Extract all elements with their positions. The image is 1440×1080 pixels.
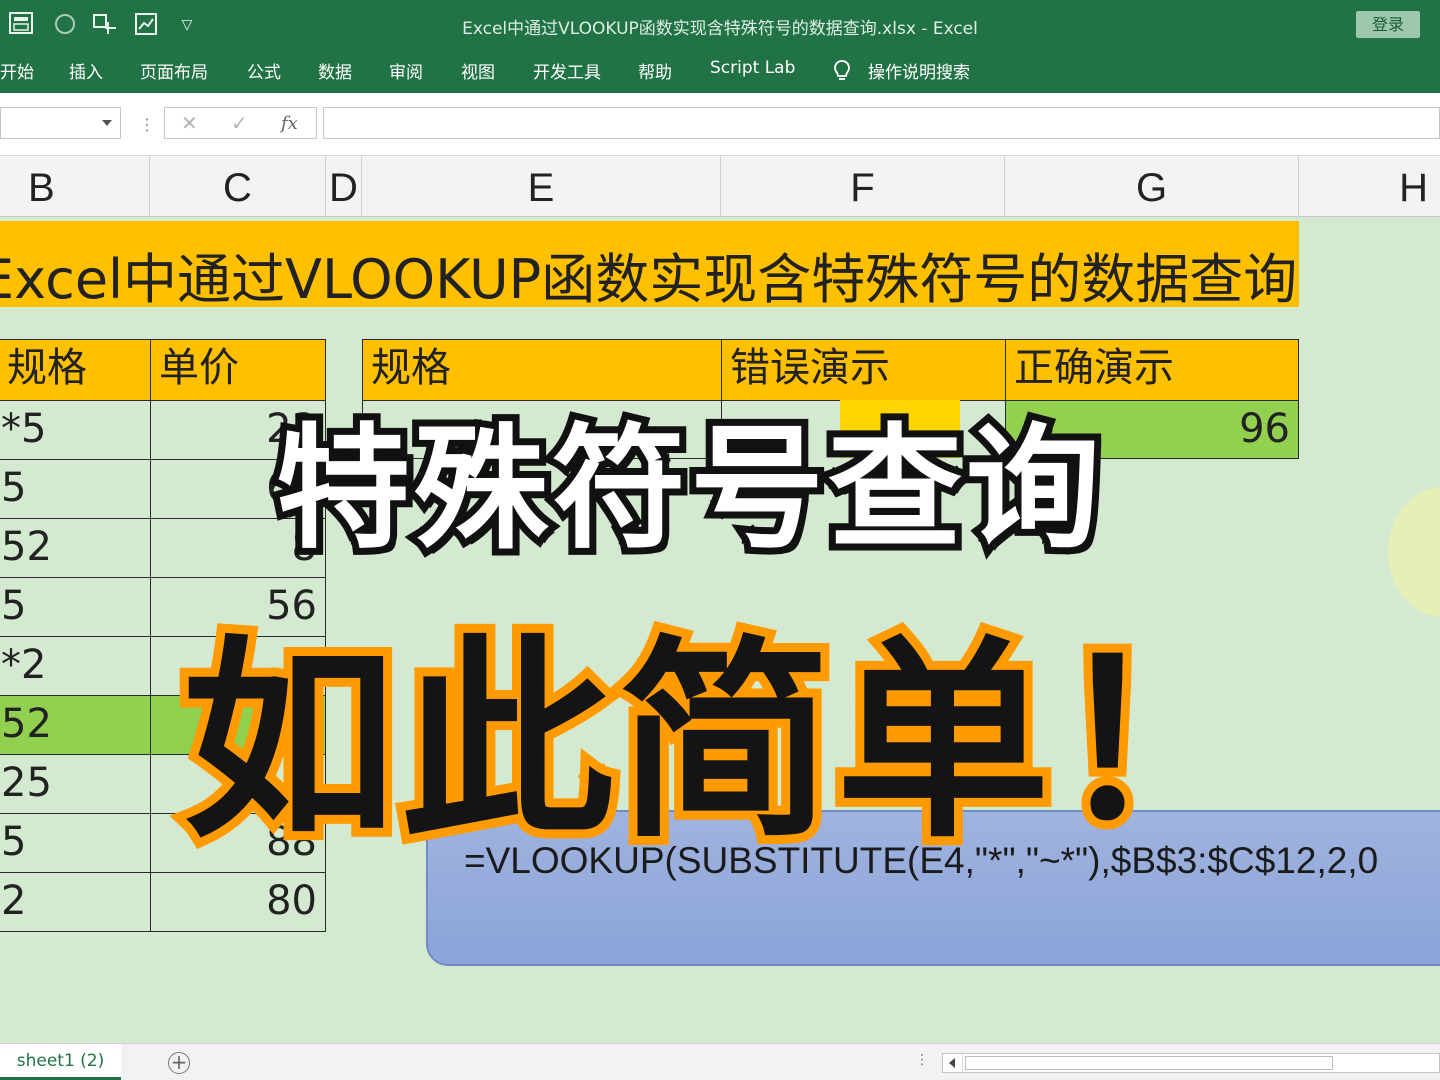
title-bar: ▽ Excel中通过VLOOKUP函数实现含特殊符号的数据查询.xlsx - E… [0, 0, 1440, 48]
ribbon-tabs: 开始 插入 页面布局 公式 数据 审阅 视图 开发工具 帮助 Script La… [0, 48, 1440, 93]
splitter-handle-icon[interactable]: ⋮ [915, 1052, 929, 1068]
tab-script-lab[interactable]: Script Lab [710, 58, 795, 78]
table-row-spec[interactable]: 5 [0, 578, 152, 637]
table-row-spec[interactable]: 2 [0, 873, 152, 932]
banner-title: Excel中通过VLOOKUP函数实现含特殊符号的数据查询 [0, 248, 1298, 307]
table-row-spec[interactable]: *2 [0, 637, 152, 696]
tab-page-layout[interactable]: 页面布局 [140, 58, 208, 83]
tab-developer[interactable]: 开发工具 [533, 58, 601, 83]
add-sheet-icon[interactable]: + [168, 1052, 190, 1074]
scrollbar-thumb[interactable] [965, 1056, 1333, 1070]
chevron-down-icon[interactable] [102, 120, 112, 126]
table-row-spec[interactable]: 25 [0, 755, 152, 814]
lightbulb-icon[interactable] [832, 59, 852, 83]
insert-function-icon[interactable]: fx [281, 113, 298, 134]
sheet-tabs-bar: sheet1 (2) + ⋮ [0, 1043, 1440, 1080]
column-header-f[interactable]: F [721, 156, 1005, 217]
formula-input[interactable] [323, 107, 1440, 139]
drag-handle-icon[interactable]: ⋮ [139, 115, 155, 134]
tab-view[interactable]: 视图 [461, 58, 495, 83]
column-header-c[interactable]: C [150, 156, 326, 217]
tab-home[interactable]: 开始 [0, 58, 34, 83]
window-title: Excel中通过VLOOKUP函数实现含特殊符号的数据查询.xlsx - Exc… [462, 19, 978, 39]
tab-help[interactable]: 帮助 [638, 58, 672, 83]
scroll-left-icon[interactable] [943, 1054, 963, 1072]
name-box[interactable] [0, 107, 121, 139]
sheet-grid[interactable]: Excel中通过VLOOKUP函数实现含特殊符号的数据查询 规格 单价 *5 2… [0, 217, 1440, 1043]
column-header-h[interactable]: H [1299, 156, 1440, 217]
tab-insert[interactable]: 插入 [69, 58, 103, 83]
decorative-circle [1388, 487, 1440, 617]
table-row-spec-highlighted[interactable]: 52 [0, 696, 152, 755]
column-header-b[interactable]: B [0, 156, 150, 217]
tab-data[interactable]: 数据 [318, 58, 352, 83]
column-headers: B C D E F G H [0, 156, 1440, 217]
title-banner[interactable]: Excel中通过VLOOKUP函数实现含特殊符号的数据查询 [0, 221, 1299, 307]
left-header-spec[interactable]: 规格 [0, 339, 152, 401]
tab-review[interactable]: 审阅 [389, 58, 423, 83]
overlay-subheadline: 如此简单！ [173, 609, 1277, 876]
column-header-g[interactable]: G [1005, 156, 1299, 217]
column-header-e[interactable]: E [362, 156, 721, 217]
table-row-price[interactable]: 80 [150, 873, 326, 932]
column-header-d[interactable]: D [326, 156, 362, 217]
tell-me-search[interactable]: 操作说明搜索 [868, 58, 970, 83]
enter-icon[interactable]: ✓ [231, 111, 248, 135]
login-button[interactable]: 登录 [1356, 11, 1420, 38]
tab-formulas[interactable]: 公式 [247, 58, 281, 83]
sheet-tab-active[interactable]: sheet1 (2) [0, 1044, 121, 1080]
table-row-spec[interactable]: 5 [0, 814, 152, 873]
overlay-headline: 特殊符号查询 [269, 404, 1107, 574]
formula-buttons: ✕ ✓ fx [164, 107, 317, 139]
cancel-icon[interactable]: ✕ [181, 111, 198, 135]
table-row-spec[interactable]: 5 [0, 460, 152, 519]
formula-bar: ⋮ ✕ ✓ fx [0, 93, 1440, 156]
table-row-spec[interactable]: 52 [0, 519, 152, 578]
table-row-spec[interactable]: *5 [0, 401, 152, 460]
horizontal-scrollbar[interactable] [942, 1053, 1440, 1073]
